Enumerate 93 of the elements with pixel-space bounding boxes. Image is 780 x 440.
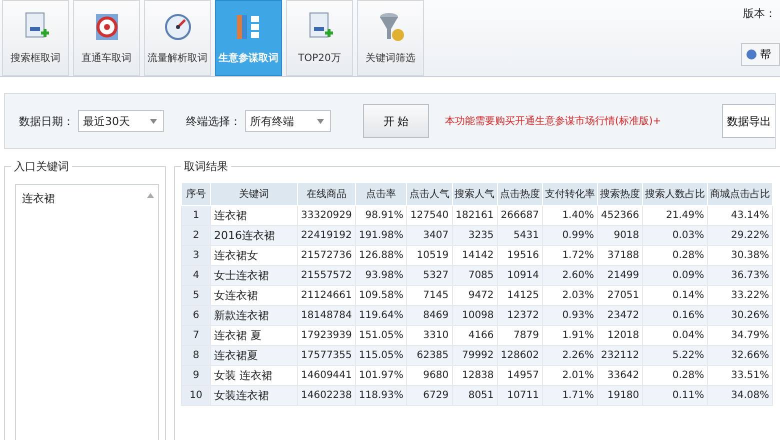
table-cell: 2 <box>182 226 210 246</box>
table-cell: 新款连衣裙 <box>210 306 298 326</box>
table-cell: 62385 <box>406 346 452 366</box>
table-cell: 3235 <box>452 226 498 246</box>
table-cell: 10711 <box>497 386 542 406</box>
date-label: 数据日期： <box>19 114 74 128</box>
column-header[interactable]: 点击率 <box>355 182 407 206</box>
table-cell: 32.66% <box>708 346 773 366</box>
table-cell: 29.22% <box>708 226 773 246</box>
toolbar-button[interactable]: 直通车取词 <box>73 0 140 76</box>
gauge-icon <box>162 11 192 43</box>
table-cell: 232112 <box>597 346 643 366</box>
panel-title: 取词结果 <box>183 159 229 174</box>
column-header[interactable]: 点击人气 <box>406 182 452 206</box>
column-header[interactable]: 在线商品 <box>298 182 356 206</box>
column-header[interactable]: 点击热度 <box>497 182 542 206</box>
table-cell: 2.26% <box>542 346 598 366</box>
table-cell: 5.22% <box>642 346 708 366</box>
panel-title: 入口关键词 <box>13 159 70 174</box>
table-cell: 10914 <box>497 266 542 286</box>
table-cell: 22419192 <box>298 226 356 246</box>
table-cell: 0.03% <box>642 226 708 246</box>
table-cell: 4 <box>182 266 210 286</box>
table-cell: 女装连衣裙 <box>210 386 298 406</box>
table-cell: 0.93% <box>542 306 598 326</box>
table-cell: 连衣裙夏 <box>210 346 298 366</box>
table-cell: 23472 <box>597 306 643 326</box>
column-header[interactable]: 关键词 <box>210 182 298 206</box>
keyword-item[interactable]: 连衣裙 <box>20 189 57 208</box>
table-cell: 5431 <box>497 226 542 246</box>
help-button[interactable]: 帮 <box>741 43 780 66</box>
table-cell: 93.98% <box>355 266 407 286</box>
table-cell: 0.99% <box>542 226 598 246</box>
table-cell: 8469 <box>406 306 452 326</box>
scroll-up-icon[interactable] <box>147 193 154 198</box>
table-cell: 119.64% <box>355 306 407 326</box>
table-cell: 1 <box>182 206 210 226</box>
notice-link[interactable]: 本功能需要购买开通生意参谋市场行情(标准版)+ <box>445 114 662 128</box>
dropdown-arrow-icon <box>317 118 324 124</box>
table-cell: 2.60% <box>542 266 598 286</box>
table-cell: 18148784 <box>298 306 356 326</box>
toolbar-button[interactable]: 关键词筛选 <box>357 0 424 76</box>
toolbar-button[interactable]: 搜索框取词 <box>2 0 69 76</box>
table-cell: 8 <box>182 346 210 366</box>
table-cell: 女士连衣裙 <box>210 266 298 286</box>
table-cell: 6729 <box>406 386 452 406</box>
export-button[interactable]: 数据导出 <box>722 104 775 138</box>
table-cell: 128602 <box>497 346 542 366</box>
table-cell: 0.16% <box>642 306 708 326</box>
column-header[interactable]: 商城点击占比 <box>708 182 773 206</box>
table-cell: 14602238 <box>298 386 356 406</box>
table-cell: 9018 <box>597 226 643 246</box>
column-header[interactable]: 搜索热度 <box>597 182 643 206</box>
table-cell: 8051 <box>452 386 498 406</box>
table-cell: 34.08% <box>708 386 773 406</box>
table-cell: 10 <box>182 386 210 406</box>
version-label: 版本： <box>743 6 777 21</box>
toolbar-button[interactable]: TOP20万 <box>286 0 353 76</box>
table-cell: 17577355 <box>298 346 356 366</box>
start-button[interactable]: 开 始 <box>363 104 429 138</box>
table-cell: 191.98% <box>355 226 407 246</box>
table-cell: 30.26% <box>708 306 773 326</box>
column-header[interactable]: 搜索人数占比 <box>642 182 708 206</box>
table-cell: 10098 <box>452 306 498 326</box>
table-cell: 3 <box>182 246 210 266</box>
table-cell: 5 <box>182 286 210 306</box>
table-cell: 7085 <box>452 266 498 286</box>
table-cell: 0.11% <box>642 386 708 406</box>
column-header[interactable]: 支付转化率 <box>542 182 598 206</box>
table-cell: 0.09% <box>642 266 708 286</box>
table-cell: 19180 <box>597 386 643 406</box>
dropdown-arrow-icon <box>150 118 157 124</box>
table-cell: 21557572 <box>298 266 356 286</box>
table-cell: 9 <box>182 366 210 386</box>
table-cell: 6 <box>182 306 210 326</box>
terminal-label: 终端选择： <box>186 114 241 128</box>
table-cell: 118.93% <box>355 386 407 406</box>
table-cell: 2016连衣裙 <box>210 226 298 246</box>
toolbar-button[interactable]: 流量解析取词 <box>144 0 211 76</box>
table-cell: 21499 <box>597 266 643 286</box>
table-cell: 12372 <box>497 306 542 326</box>
date-dropdown[interactable]: 最近30天 <box>78 110 164 132</box>
table-cell: 3407 <box>406 226 452 246</box>
table-cell: 7 <box>182 326 210 346</box>
info-icon <box>746 49 757 60</box>
column-header[interactable]: 序号 <box>182 182 210 206</box>
table-cell: 79992 <box>452 346 498 366</box>
table-cell: 115.05% <box>355 346 407 366</box>
table-cell: 36.73% <box>708 266 773 286</box>
table-cell: 5327 <box>406 266 452 286</box>
terminal-dropdown[interactable]: 所有终端 <box>245 110 331 132</box>
column-header[interactable]: 搜索人气 <box>452 182 498 206</box>
table-cell: 1.71% <box>542 386 598 406</box>
